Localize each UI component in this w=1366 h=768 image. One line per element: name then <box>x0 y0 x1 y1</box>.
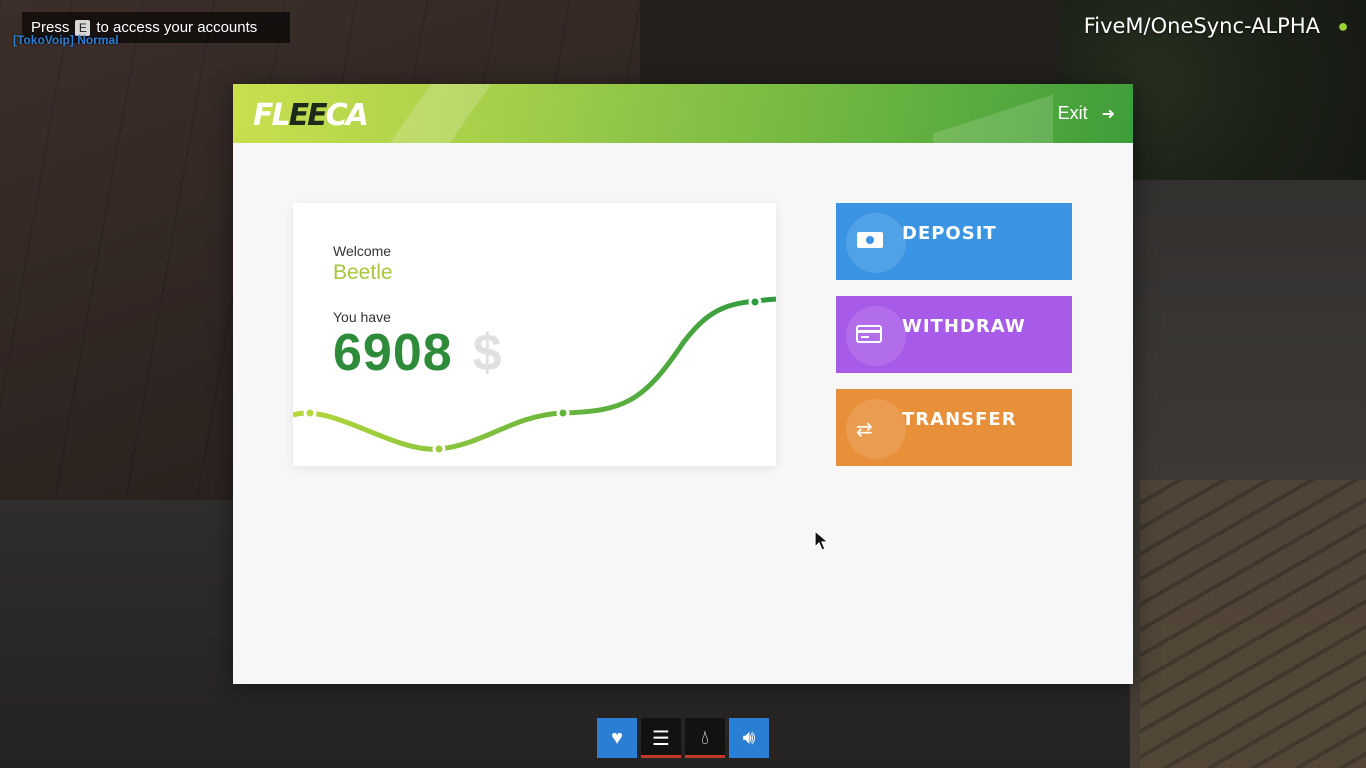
server-logo-icon: ● <box>1337 16 1349 36</box>
card-icon <box>856 324 882 350</box>
trend-point <box>556 406 570 420</box>
cash-icon <box>856 231 884 255</box>
withdraw-button[interactable]: WITHDRAW <box>836 296 1072 373</box>
hint-suffix: to access your accounts <box>96 19 258 36</box>
deposit-button[interactable]: DEPOSIT <box>836 203 1072 280</box>
server-name: FiveM/OneSync-ALPHA <box>1083 14 1320 38</box>
header-decoration <box>360 84 506 143</box>
button-decoration <box>846 399 906 459</box>
transfer-arrows-icon: ⇄ <box>856 419 873 441</box>
voip-status: [TokoVoip] Normal <box>13 33 119 47</box>
trend-point <box>432 442 446 456</box>
mouse-cursor-icon <box>814 530 830 551</box>
player-status-bar: ♥ ☰ 💧︎ 🔊︎ <box>597 718 769 758</box>
currency-symbol: $ <box>472 324 502 382</box>
trend-point <box>748 295 762 309</box>
burger-icon: ☰ <box>652 727 670 750</box>
balance-amount: 6908 <box>333 324 453 382</box>
exit-button[interactable]: Exit ➜ <box>1058 103 1115 124</box>
sign-out-icon: ➜ <box>1101 105 1115 123</box>
header-decoration <box>933 94 1053 143</box>
water-drop-icon: 💧︎ <box>701 726 709 749</box>
account-holder-name: Beetle <box>333 261 393 284</box>
balance-card: Welcome Beetle You have 6908 $ <box>293 203 776 466</box>
status-fill <box>641 754 681 758</box>
status-fill <box>685 754 725 758</box>
health-status: ♥ <box>597 718 637 758</box>
welcome-label: Welcome <box>333 243 392 259</box>
balance-row: 6908 $ <box>333 323 502 383</box>
trend-point <box>303 406 317 420</box>
thirst-status: 💧︎ <box>685 718 725 758</box>
exit-label: Exit <box>1057 103 1088 123</box>
bank-modal: FLEECA Exit ➜ Welcome Beetle You have 69… <box>233 84 1133 684</box>
transfer-button[interactable]: ⇄ TRANSFER <box>836 389 1072 466</box>
hunger-status: ☰ <box>641 718 681 758</box>
speaker-icon: 🔊︎ <box>742 726 756 749</box>
fleeca-logo: FLEECA <box>253 98 369 133</box>
deposit-label: DEPOSIT <box>902 223 997 244</box>
transfer-label: TRANSFER <box>902 409 1017 430</box>
voice-status: 🔊︎ <box>729 718 769 758</box>
withdraw-label: WITHDRAW <box>902 316 1026 337</box>
bank-header: FLEECA Exit ➜ <box>233 84 1133 143</box>
heart-icon: ♥ <box>611 726 623 749</box>
